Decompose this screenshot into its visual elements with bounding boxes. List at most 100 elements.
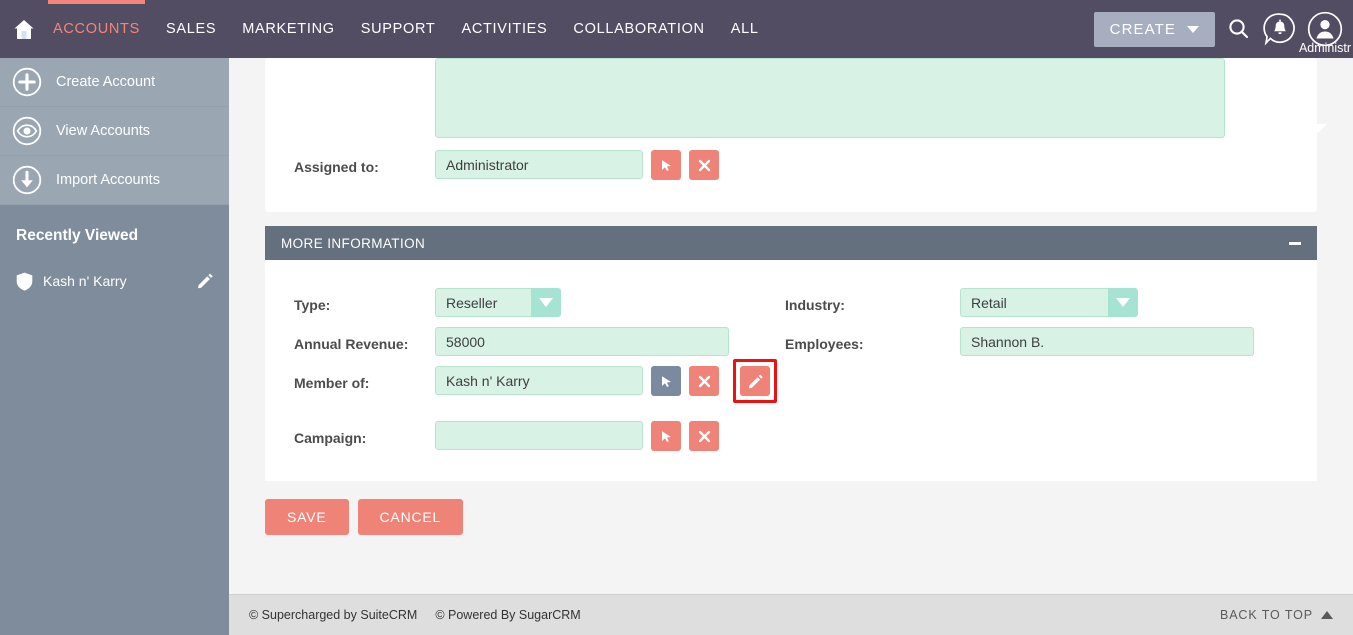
nav-item-activities[interactable]: ACTIVITIES [448,0,560,58]
nav-item-all[interactable]: ALL [718,0,772,58]
assigned-to-clear-button[interactable] [689,150,719,180]
pencil-icon[interactable] [197,273,213,289]
sidebar-item-import-accounts[interactable]: Import Accounts [0,156,229,205]
notification-bell-icon[interactable] [1263,12,1297,46]
footer-suitecrm-credit: © Supercharged by SuiteCRM [249,608,418,622]
clear-x-icon [698,159,710,171]
member-of-label: Member of: [294,375,370,391]
campaign-clear-button[interactable] [689,421,719,451]
assigned-to-control [435,150,719,180]
minus-icon[interactable] [1289,241,1301,245]
nav-items: ACCOUNTS SALES MARKETING SUPPORT ACTIVIT… [40,0,772,58]
sidebar-item-create-account[interactable]: Create Account [0,58,229,107]
sidebar-item-label: Create Account [56,74,156,90]
member-of-clear-button[interactable] [689,366,719,396]
pencil-edit-icon [748,374,763,388]
arrow-select-icon [661,430,671,442]
top-navigation-bar: ACCOUNTS SALES MARKETING SUPPORT ACTIVIT… [0,0,1353,58]
footer-credits: © Supercharged by SuiteCRM © Powered By … [249,608,581,622]
app-root: ACCOUNTS SALES MARKETING SUPPORT ACTIVIT… [0,0,1353,635]
type-field: Type: Reseller [265,288,785,317]
nav-item-collaboration[interactable]: COLLABORATION [560,0,717,58]
create-button[interactable]: CREATE [1093,11,1215,47]
nav-item-accounts[interactable]: ACCOUNTS [40,0,153,58]
employees-field: Employees: [785,327,1315,356]
page-footer: © Supercharged by SuiteCRM © Powered By … [229,594,1353,635]
recently-viewed-heading: Recently Viewed [16,227,139,244]
list-item[interactable]: Kash n' Karry [0,269,229,293]
search-icon[interactable] [1227,17,1251,41]
member-of-edit-button[interactable] [740,366,770,396]
industry-control: Retail [960,288,1138,317]
row-revenue-employees: Annual Revenue: Employees: [265,327,1317,356]
campaign-label: Campaign: [294,430,367,446]
assigned-to-row: Assigned to: [265,144,1317,186]
nav-item-marketing[interactable]: MARKETING [229,0,348,58]
back-to-top-link[interactable]: BACK TO TOP [1220,608,1333,622]
plus-circle-icon [12,67,42,97]
description-textarea[interactable] [435,58,1225,138]
annual-revenue-field: Annual Revenue: [265,327,785,356]
employees-input[interactable] [960,327,1254,356]
shield-icon [16,272,33,291]
nav-label: ACTIVITIES [461,21,548,37]
description-label [265,58,435,67]
triangle-up-icon [1321,611,1333,619]
member-of-input[interactable] [435,366,643,395]
list-item-label: Kash n' Karry [43,273,127,289]
annual-revenue-control [435,327,729,356]
clear-x-icon [698,375,710,387]
campaign-select-button[interactable] [651,421,681,451]
download-circle-icon [12,165,42,195]
assigned-to-label: Assigned to: [294,159,379,175]
type-select[interactable]: Reseller [435,288,561,317]
type-select-value[interactable]: Reseller [435,288,531,317]
content-padding: Assigned to: Administrator MORE INFORMAT… [229,58,1353,481]
arrow-select-icon [661,159,671,171]
chevron-down-icon[interactable] [531,288,561,317]
industry-field: Industry: Retail [785,288,1315,317]
sidebar: Create Account View Accounts Import Acco… [0,58,229,635]
annual-revenue-input[interactable] [435,327,729,356]
chevron-down-icon[interactable] [1108,288,1138,317]
more-information-panel-header[interactable]: MORE INFORMATION [265,226,1317,260]
sidebar-item-view-accounts[interactable]: View Accounts [0,107,229,156]
back-to-top-label: BACK TO TOP [1219,608,1313,622]
industry-select-value[interactable]: Retail [960,288,1108,317]
cancel-button[interactable]: CANCEL [357,499,464,535]
member-of-select-button[interactable] [651,366,681,396]
nav-item-support[interactable]: SUPPORT [348,0,449,58]
nav-right-controls: CREATE Administr [1093,0,1351,58]
nav-item-sales[interactable]: SALES [153,0,229,58]
member-of-right-spacer [785,366,1315,403]
panel-title: MORE INFORMATION [281,235,426,251]
employees-control [960,327,1254,356]
clear-x-icon [698,430,710,442]
arrow-select-icon [661,375,671,387]
scroll-chevron-icon [1309,124,1327,133]
sidebar-item-label: Import Accounts [56,172,160,188]
nav-label: ALL [730,21,759,37]
recently-viewed-section: Recently Viewed Kash n' Karry [0,205,229,635]
save-button[interactable]: SAVE [265,499,349,535]
user-menu[interactable]: Administr [1299,11,1351,55]
campaign-right-spacer [785,421,1315,451]
nav-label: SALES [165,21,217,37]
assigned-to-input[interactable] [435,150,643,179]
nav-label: MARKETING [242,21,335,37]
type-control: Reseller [435,288,561,317]
annual-revenue-label: Annual Revenue: [294,336,409,352]
campaign-input[interactable] [435,421,643,450]
nav-label: COLLABORATION [573,21,705,37]
member-of-edit-highlight [733,359,777,403]
assigned-to-select-button[interactable] [651,150,681,180]
industry-label: Industry: [785,297,845,313]
member-of-field: Member of: [265,359,785,403]
home-icon[interactable] [0,19,40,40]
employees-label: Employees: [785,336,864,352]
description-control [435,58,1225,138]
footer-sugarcrm-credit: © Powered By SugarCRM [435,608,581,622]
basic-info-card: Assigned to: [265,58,1317,212]
industry-select[interactable]: Retail [960,288,1138,317]
nav-label: ACCOUNTS [53,21,140,37]
